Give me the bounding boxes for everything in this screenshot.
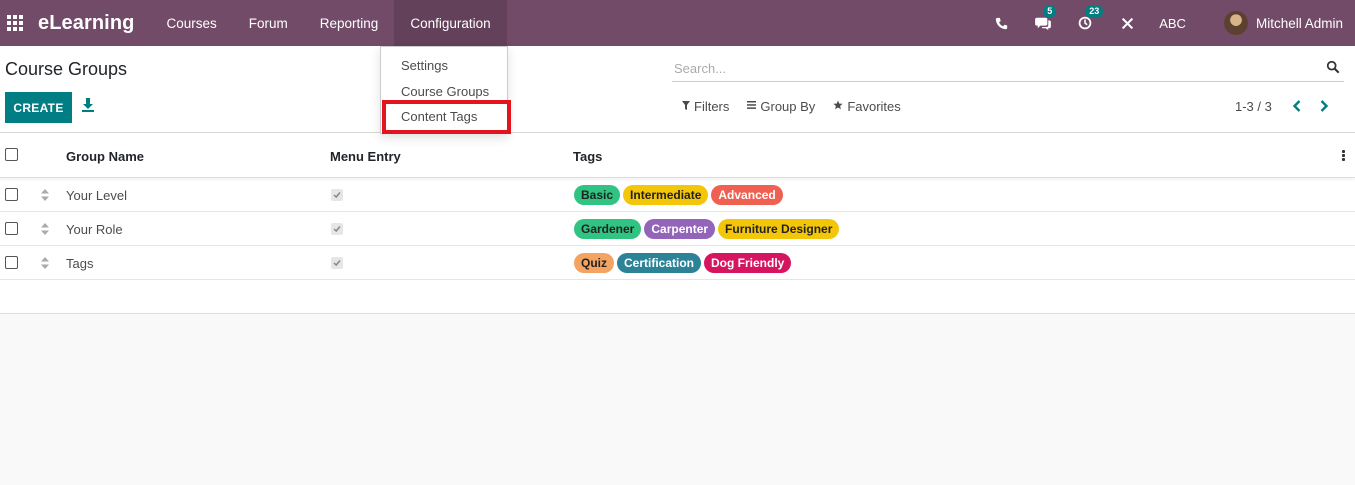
group-by-button[interactable]: Group By (747, 99, 815, 114)
tag-badge: Furniture Designer (718, 219, 840, 239)
row-select-checkbox[interactable] (5, 188, 18, 201)
filter-icon (682, 100, 690, 113)
company-switcher[interactable]: ABC (1159, 16, 1186, 31)
user-avatar[interactable] (1223, 11, 1248, 35)
drag-handle-icon[interactable] (41, 189, 49, 201)
table-row[interactable]: Your Role Gardener Carpenter Furniture Desi… (0, 212, 1355, 246)
phone-icon[interactable] (991, 13, 1011, 33)
column-header-group-name[interactable]: Group Name (66, 149, 144, 164)
tag-badge: Advanced (711, 185, 783, 205)
optional-columns-icon[interactable] (1342, 150, 1345, 161)
create-button[interactable]: CREATE (5, 92, 72, 123)
group-name-cell: Your Level (66, 188, 127, 203)
chat-icon[interactable]: 5 (1033, 5, 1057, 33)
pager-value[interactable]: 1-3 / 3 (1235, 99, 1272, 114)
search-bar (672, 56, 1344, 82)
apps-menu-icon[interactable] (6, 14, 24, 32)
tags-cell: Basic Intermediate Advanced (574, 185, 786, 205)
pager-next-icon[interactable] (1317, 98, 1331, 114)
group-name-cell: Your Role (66, 222, 123, 237)
dropdown-item-course-groups[interactable]: Course Groups (401, 84, 489, 99)
menu-entry-checkbox (331, 189, 343, 201)
page-title: Course Groups (5, 59, 128, 79)
favorites-label: Favorites (847, 99, 901, 114)
filters-label: Filters (694, 99, 730, 114)
menu-forum[interactable]: Forum (233, 0, 304, 46)
row-select-checkbox[interactable] (5, 256, 18, 269)
drag-handle-icon[interactable] (41, 223, 49, 235)
select-all-checkbox[interactable] (5, 148, 18, 161)
tags-cell: Quiz Certification Dog Friendly (574, 253, 794, 273)
tag-badge: Gardener (574, 219, 642, 239)
top-navbar: eLearning Courses Forum Reporting Config… (0, 0, 1355, 46)
tags-cell: Gardener Carpenter Furniture Designer (574, 219, 842, 239)
bars-icon (747, 101, 757, 112)
course-groups-list: Group Name Menu Entry Tags Your Level Bas… (0, 133, 1355, 314)
column-header-tags[interactable]: Tags (573, 149, 602, 164)
activity-count-badge: 23 (1085, 5, 1104, 18)
menu-configuration[interactable]: Configuration (394, 0, 507, 46)
menu-courses[interactable]: Courses (150, 0, 232, 46)
dropdown-item-settings[interactable]: Settings (401, 58, 448, 73)
menu-reporting[interactable]: Reporting (304, 0, 395, 46)
tag-badge: Dog Friendly (704, 253, 792, 273)
app-brand[interactable]: eLearning (38, 12, 134, 35)
table-header: Group Name Menu Entry Tags (0, 133, 1355, 178)
column-header-menu-entry[interactable]: Menu Entry (330, 149, 401, 164)
star-icon (833, 100, 843, 113)
chat-count-badge: 5 (1043, 5, 1057, 18)
filters-button[interactable]: Filters (682, 99, 729, 114)
download-icon[interactable] (81, 97, 95, 113)
tag-badge: Quiz (574, 253, 614, 273)
table-row[interactable]: Tags Quiz Certification Dog Friendly (0, 246, 1355, 280)
table-row[interactable]: Your Level Basic Intermediate Advanced (0, 178, 1355, 212)
control-panel: Course Groups CREATE Filters Group By Fa… (0, 46, 1355, 133)
group-name-cell: Tags (66, 256, 94, 271)
search-icon[interactable] (1326, 60, 1340, 74)
debug-tools-icon[interactable] (1117, 13, 1137, 33)
favorites-button[interactable]: Favorites (833, 99, 901, 114)
content-tags-highlight-box (382, 100, 511, 134)
pager-previous-icon[interactable] (1290, 98, 1304, 114)
drag-handle-icon[interactable] (41, 257, 49, 269)
tag-badge: Intermediate (623, 185, 709, 205)
tag-badge: Basic (574, 185, 621, 205)
group-by-label: Group By (760, 99, 816, 114)
tag-badge: Carpenter (644, 219, 716, 239)
menu-entry-checkbox (331, 223, 343, 235)
activity-clock-icon[interactable]: 23 (1075, 5, 1104, 33)
search-options: Filters Group By Favorites (682, 99, 919, 114)
menu-entry-checkbox (331, 257, 343, 269)
search-input[interactable] (672, 56, 1312, 80)
tag-badge: Certification (617, 253, 702, 273)
row-select-checkbox[interactable] (5, 222, 18, 235)
user-menu[interactable]: Mitchell Admin (1256, 16, 1343, 31)
